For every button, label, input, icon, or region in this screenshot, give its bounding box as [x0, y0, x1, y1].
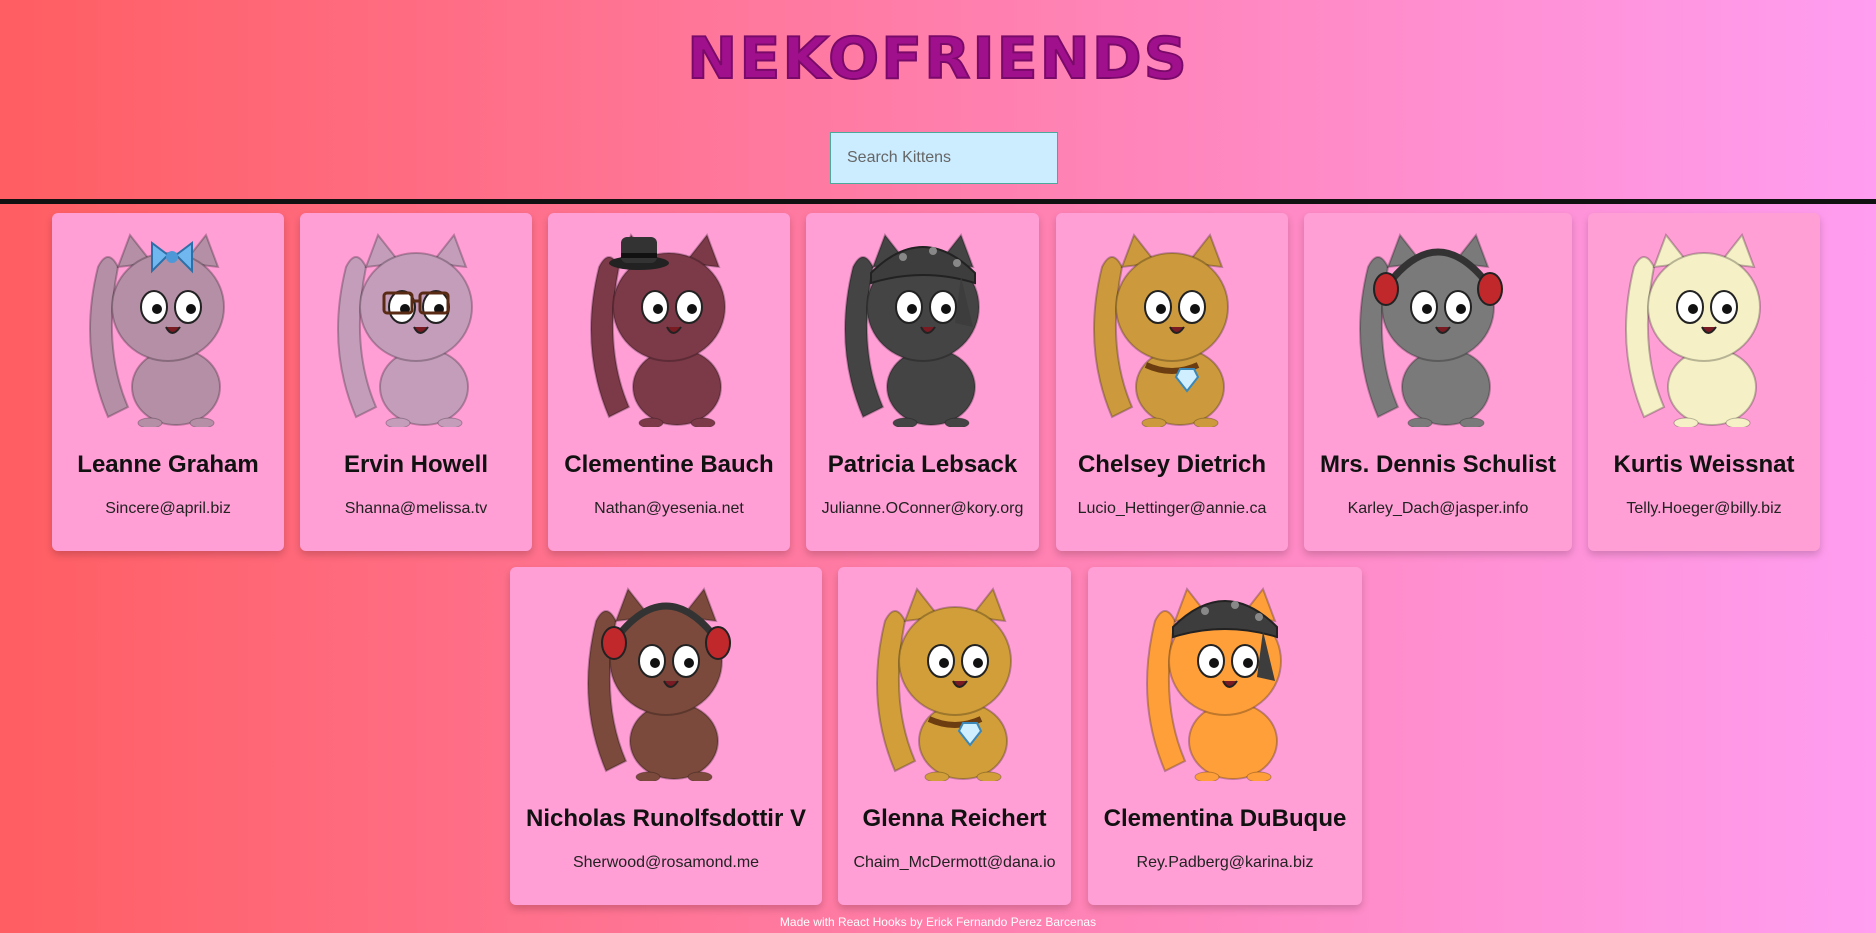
- kitten-avatar: [68, 227, 268, 429]
- kitten-name: Mrs. Dennis Schulist: [1319, 451, 1557, 478]
- kitten-email: Lucio_Hettinger@annie.ca: [1077, 500, 1267, 517]
- footer-credit: Made with React Hooks by Erick Fernando …: [779, 915, 1097, 929]
- kitten-card: Ervin Howell Shanna@melissa.tv: [300, 213, 532, 551]
- page-header: NEKOFRIENDS: [0, 0, 1876, 200]
- kitten-avatar: [566, 581, 766, 783]
- kitten-avatar: [823, 227, 1023, 429]
- kitten-card: Kurtis Weissnat Telly.Hoeger@billy.biz: [1588, 213, 1820, 551]
- kitten-card: Patricia Lebsack Julianne.OConner@kory.or…: [806, 213, 1039, 551]
- kitten-avatar: [1072, 227, 1272, 429]
- kitten-avatar: [1125, 581, 1325, 783]
- kitten-email: Rey.Padberg@karina.biz: [1136, 854, 1314, 871]
- kitten-name: Clementine Bauch: [564, 451, 774, 478]
- kitten-avatar: [855, 581, 1055, 783]
- kitten-card: Clementina DuBuque Rey.Padberg@karina.biz: [1088, 567, 1362, 905]
- kitten-name: Ervin Howell: [343, 451, 489, 478]
- kitten-name: Leanne Graham: [77, 451, 259, 478]
- app-logo-title: NEKOFRIENDS: [686, 25, 1189, 93]
- kitten-email: Karley_Dach@jasper.info: [1347, 500, 1529, 517]
- kitten-avatar: [1338, 227, 1538, 429]
- kitten-name: Patricia Lebsack: [827, 451, 1018, 478]
- kitten-card: Glenna Reichert Chaim_McDermott@dana.io: [838, 567, 1071, 905]
- kitten-email: Nathan@yesenia.net: [594, 500, 744, 517]
- search-input[interactable]: [830, 132, 1058, 184]
- kitten-name: Chelsey Dietrich: [1077, 451, 1267, 478]
- kitten-card: Mrs. Dennis Schulist Karley_Dach@jasper.i…: [1304, 213, 1572, 551]
- kitten-avatar: [1604, 227, 1804, 429]
- kitten-name: Glenna Reichert: [862, 805, 1047, 832]
- kitten-name: Clementina DuBuque: [1103, 805, 1347, 832]
- kitten-email: Chaim_McDermott@dana.io: [853, 854, 1056, 871]
- kitten-email: Sherwood@rosamond.me: [572, 854, 760, 871]
- kitten-email: Telly.Hoeger@billy.biz: [1626, 500, 1782, 517]
- kitten-name: Nicholas Runolfsdottir V: [525, 805, 806, 832]
- kitten-name: Kurtis Weissnat: [1613, 451, 1795, 478]
- header-divider: [0, 199, 1876, 204]
- kitten-card: Clementine Bauch Nathan@yesenia.net: [548, 213, 790, 551]
- kitten-email: Shanna@melissa.tv: [344, 500, 488, 517]
- kitten-card: Chelsey Dietrich Lucio_Hettinger@annie.ca: [1056, 213, 1288, 551]
- kitten-avatar: [316, 227, 516, 429]
- kitten-email: Sincere@april.biz: [105, 500, 231, 517]
- kitten-card: Leanne Graham Sincere@april.biz: [52, 213, 284, 551]
- kitten-avatar: [569, 227, 769, 429]
- kitten-email: Julianne.OConner@kory.org: [821, 500, 1024, 517]
- kitten-card: Nicholas Runolfsdottir V Sherwood@rosamon…: [510, 567, 822, 905]
